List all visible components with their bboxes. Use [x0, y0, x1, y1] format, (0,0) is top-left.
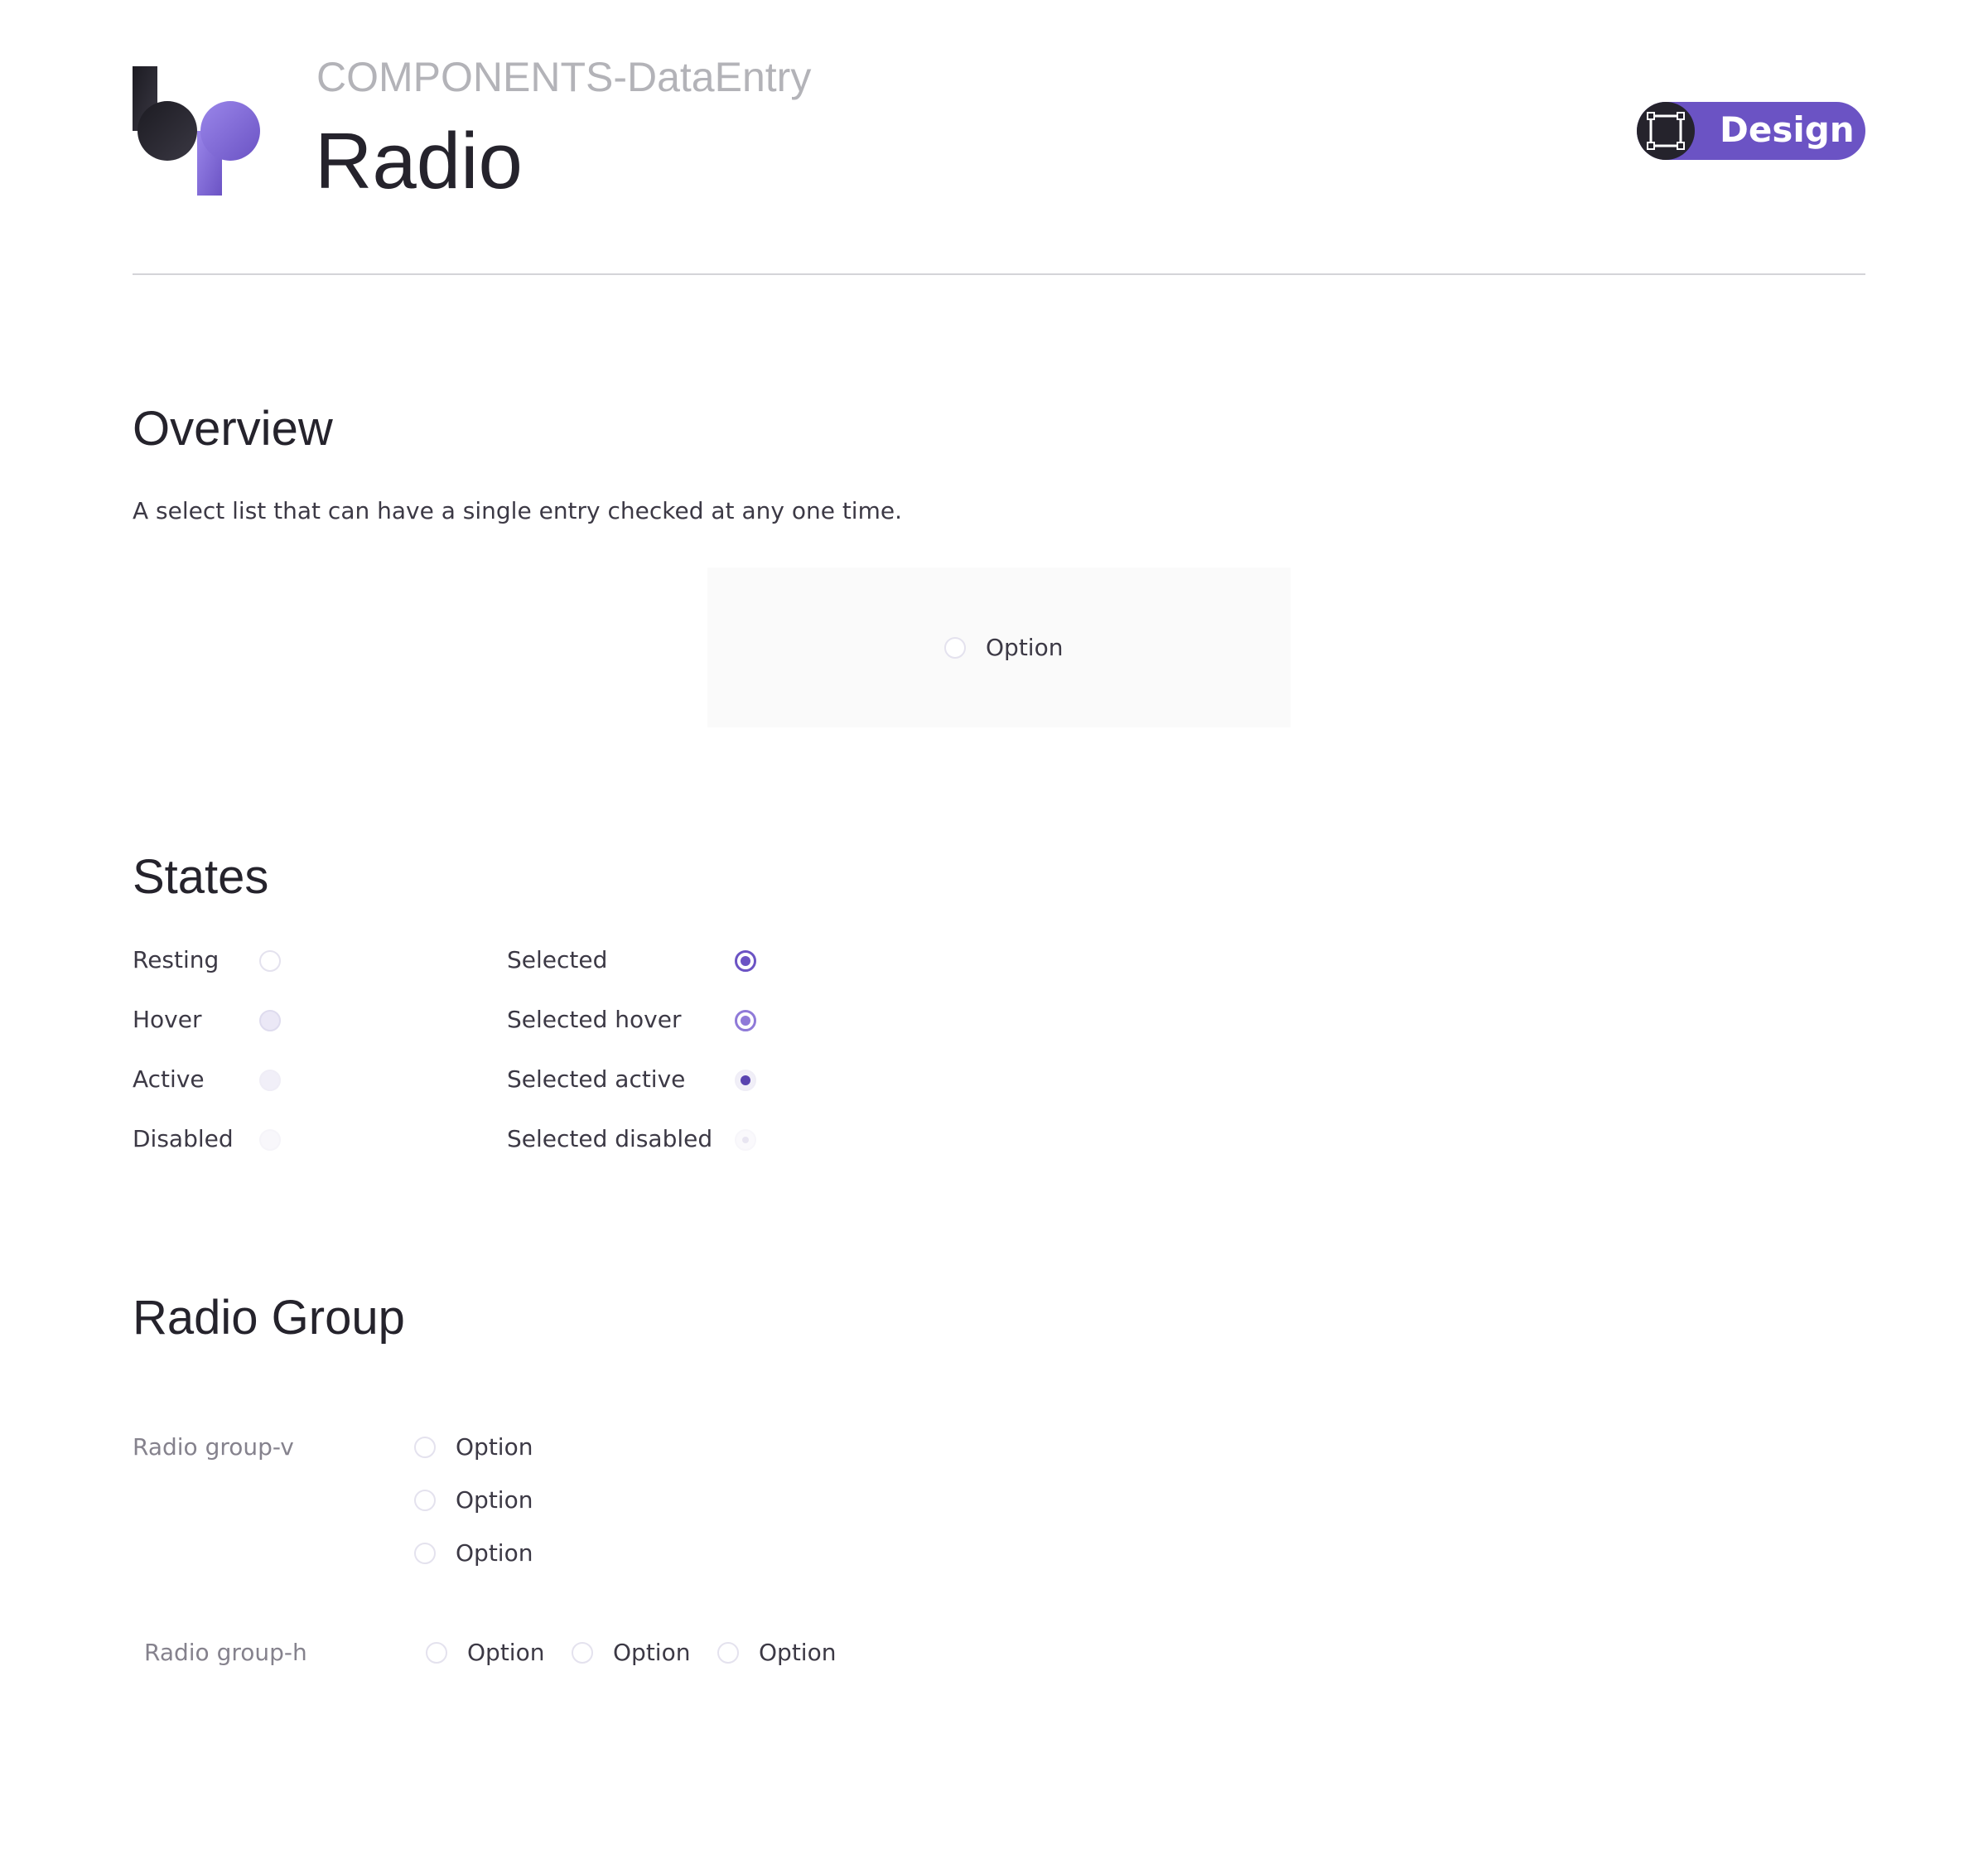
- design-button-label: Design: [1720, 109, 1855, 150]
- radio-group-v-label: Radio group-v: [133, 1433, 294, 1461]
- header-divider: [133, 273, 1865, 275]
- option-label: Option: [613, 1639, 691, 1666]
- state-label-selected-hover: Selected hover: [507, 1006, 682, 1033]
- radio-resting[interactable]: [259, 950, 281, 972]
- radio-selected-disabled: [735, 1129, 756, 1151]
- overview-description: A select list that can have a single ent…: [133, 497, 902, 524]
- state-label-active: Active: [133, 1065, 205, 1093]
- option-label: Option: [986, 634, 1064, 661]
- radio-group-h-label: Radio group-h: [144, 1639, 307, 1666]
- radio-hover[interactable]: [259, 1010, 281, 1031]
- overview-title: Overview: [133, 402, 333, 456]
- frame-icon: [1637, 102, 1695, 160]
- option-label: Option: [456, 1433, 533, 1461]
- option-label: Option: [456, 1539, 533, 1567]
- radio-selected[interactable]: [735, 950, 756, 972]
- radio-selected-hover[interactable]: [735, 1010, 756, 1031]
- category-breadcrumb: COMPONENTS-DataEntry: [316, 54, 812, 100]
- radio-button[interactable]: [717, 1642, 739, 1664]
- radio-button[interactable]: [944, 637, 966, 659]
- bp-logo: [133, 66, 260, 196]
- option-label: Option: [759, 1639, 837, 1666]
- option-label: Option: [467, 1639, 545, 1666]
- radio-disabled: [259, 1129, 281, 1151]
- radio-button[interactable]: [414, 1490, 436, 1511]
- state-label-selected-disabled: Selected disabled: [507, 1125, 713, 1152]
- radio-button[interactable]: [414, 1437, 436, 1458]
- radio-button[interactable]: [426, 1642, 447, 1664]
- radio-button[interactable]: [414, 1543, 436, 1564]
- page-title: Radio: [315, 117, 523, 205]
- state-label-selected-active: Selected active: [507, 1065, 686, 1093]
- state-label-disabled: Disabled: [133, 1125, 234, 1152]
- radio-selected-active[interactable]: [735, 1070, 756, 1091]
- design-button[interactable]: Design: [1637, 102, 1865, 160]
- state-label-hover: Hover: [133, 1006, 202, 1033]
- radio-active[interactable]: [259, 1070, 281, 1091]
- radio-group-title: Radio Group: [133, 1291, 405, 1345]
- radio-button[interactable]: [572, 1642, 593, 1664]
- state-label-resting: Resting: [133, 946, 220, 973]
- state-label-selected: Selected: [507, 946, 608, 973]
- option-label: Option: [456, 1486, 533, 1514]
- states-title: States: [133, 850, 269, 904]
